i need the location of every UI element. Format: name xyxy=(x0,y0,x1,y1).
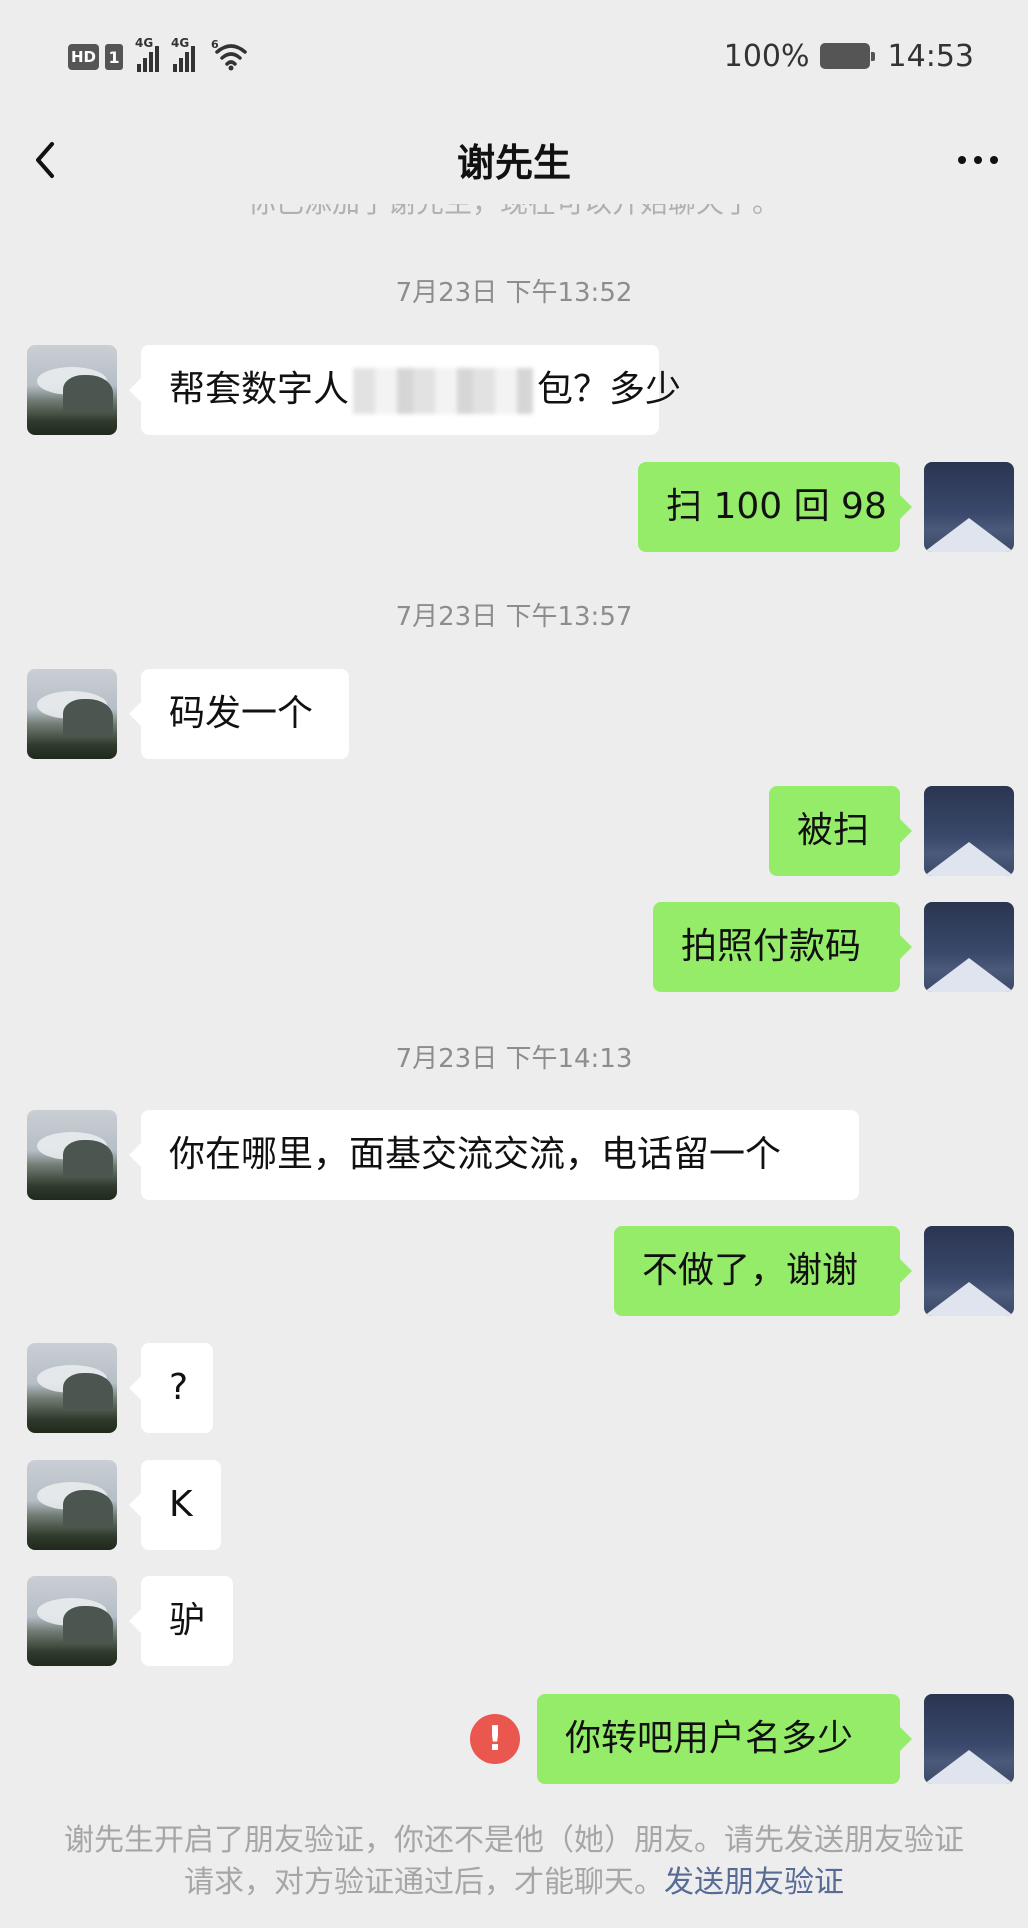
status-right: 100% 14:53 xyxy=(724,36,974,76)
contact-avatar[interactable] xyxy=(27,1576,117,1666)
hd-badge: HD xyxy=(68,44,100,70)
clock: 14:53 xyxy=(887,38,974,74)
battery-icon xyxy=(819,43,875,69)
timestamp: 7月23日 下午13:57 xyxy=(395,602,633,632)
message-bubble-incoming[interactable]: 驴 xyxy=(129,1576,233,1666)
send-friend-verification-link[interactable]: 发送朋友验证 xyxy=(664,1865,844,1900)
message-text-part: 帮套数字人 xyxy=(169,369,350,410)
signal-2-icon: 4G xyxy=(171,36,196,72)
wifi-icon: 6 xyxy=(211,38,251,76)
contact-avatar[interactable] xyxy=(27,1460,117,1550)
signal-1-label: 4G xyxy=(135,36,154,50)
message-bubble-incoming[interactable]: K xyxy=(129,1460,221,1550)
sim-badge: 1 xyxy=(105,44,124,70)
message-bubble-incoming[interactable]: ? xyxy=(129,1343,213,1433)
contact-avatar[interactable] xyxy=(27,1110,117,1200)
message-bubble-outgoing[interactable]: 拍照付款码 xyxy=(653,902,912,992)
my-avatar[interactable] xyxy=(924,1694,1014,1784)
timestamp: 7月23日 下午14:13 xyxy=(395,1044,633,1074)
message-bubble-outgoing[interactable]: 扫 100 回 98 xyxy=(638,462,912,552)
chat-title: 谢先生 xyxy=(456,141,571,185)
message-bubble-outgoing[interactable]: 被扫 xyxy=(769,786,912,876)
wifi-label: 6 xyxy=(211,38,219,51)
chat-header: 谢先生 xyxy=(0,112,1028,204)
my-avatar[interactable] xyxy=(924,1226,1014,1316)
timestamp: 7月23日 下午13:52 xyxy=(395,278,633,308)
message-bubble-incoming[interactable]: 帮套数字人 包？多少 xyxy=(129,345,681,435)
message-text-part: 包？多少 xyxy=(537,369,682,410)
message-bubble-outgoing[interactable]: 不做了，谢谢 xyxy=(614,1226,912,1316)
my-avatar[interactable] xyxy=(924,462,1014,552)
message-bubble-outgoing[interactable]: 你转吧用户名多少 xyxy=(537,1694,912,1784)
message-bubble-incoming[interactable]: 你在哪里，面基交流交流，电话留一个 xyxy=(129,1110,859,1200)
error-icon[interactable]: ! xyxy=(470,1714,520,1764)
more-icon[interactable] xyxy=(948,130,1008,190)
system-message-cutoff: 你已添加了谢先生，现在可以开始聊天了。 xyxy=(0,204,1028,242)
signal-1-icon: 4G xyxy=(135,36,160,72)
my-avatar[interactable] xyxy=(924,786,1014,876)
contact-avatar[interactable] xyxy=(27,669,117,759)
message-bubble-incoming[interactable]: 码发一个 xyxy=(129,669,349,759)
contact-avatar[interactable] xyxy=(27,345,117,435)
friend-verification-notice: 谢先生开启了朋友验证，你还不是他（她）朋友。请先发送朋友验证请求，对方验证通过后… xyxy=(50,1820,978,1904)
status-bar: HD 1 4G 4G 6 100% 14:53 xyxy=(0,0,1028,112)
battery-percent: 100% xyxy=(723,38,810,74)
contact-avatar[interactable] xyxy=(27,1343,117,1433)
my-avatar[interactable] xyxy=(924,902,1014,992)
signal-2-label: 4G xyxy=(171,36,190,50)
status-left: HD 1 4G 4G 6 xyxy=(68,36,251,76)
system-message-cutoff-text: 你已添加了谢先生，现在可以开始聊天了。 xyxy=(248,204,780,219)
redacted-text xyxy=(353,368,534,414)
